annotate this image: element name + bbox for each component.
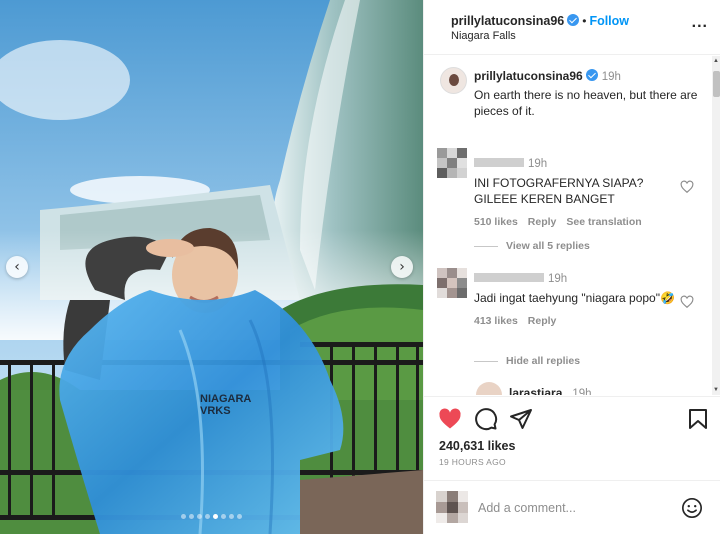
comment-meta: 510 likes Reply See translation: [474, 216, 679, 228]
comment-time: 19h: [548, 273, 568, 285]
scroll-down-arrow-icon[interactable]: ▼: [713, 387, 719, 393]
like-heart-icon[interactable]: [438, 407, 462, 431]
carousel-dot: [221, 514, 226, 519]
comment-icon[interactable]: [474, 407, 498, 431]
carousel-dot: [181, 514, 186, 519]
view-replies-toggle[interactable]: View all 5 replies: [474, 240, 590, 252]
comment-header: 19h: [474, 269, 679, 287]
separator: •: [582, 14, 587, 28]
carousel-prev-button[interactable]: ‹: [6, 256, 28, 278]
user-avatar[interactable]: [436, 491, 468, 523]
reply-time: 19h: [572, 388, 592, 395]
likes-count[interactable]: 240,631 likes: [439, 439, 515, 453]
carousel-next-button[interactable]: ›: [391, 256, 413, 278]
carousel-dot: [197, 514, 202, 519]
share-icon[interactable]: [509, 407, 533, 431]
see-translation-button[interactable]: See translation: [566, 216, 641, 228]
post-location[interactable]: Niagara Falls: [451, 30, 516, 42]
comment-likes[interactable]: 413 likes: [474, 315, 518, 327]
reply-username[interactable]: larastiara: [509, 386, 562, 395]
commenter-avatar[interactable]: [437, 148, 467, 178]
caption-header: prillylatuconsina96 19h: [474, 67, 699, 85]
scroll-up-arrow-icon[interactable]: ▲: [713, 58, 719, 64]
header-line: prillylatuconsina96 • Follow: [451, 12, 629, 30]
comment-text: Jadi ingat taehyung "niagara popo"🤣: [474, 291, 675, 305]
commenter-username-redacted: [474, 273, 544, 283]
post-photo[interactable]: NIAGARA VRKS ‹ ›: [0, 0, 423, 534]
carousel-dot: [229, 514, 234, 519]
commenter-avatar[interactable]: [437, 268, 467, 298]
caption-text: On earth there is no heaven, but there a…: [474, 88, 698, 118]
reply-button[interactable]: Reply: [528, 315, 557, 327]
emoji-icon[interactable]: [681, 497, 703, 519]
carousel-indicator: [0, 514, 423, 519]
svg-text:NIAGARA: NIAGARA: [200, 393, 251, 405]
reply-avatar[interactable]: [476, 382, 502, 395]
comments-scrollbar[interactable]: ▲ ▼: [712, 56, 720, 395]
comment-likes[interactable]: 510 likes: [474, 216, 518, 228]
comment-meta: 413 likes Reply: [474, 315, 679, 327]
post-timestamp: 19 HOURS AGO: [439, 457, 506, 467]
author-avatar[interactable]: [440, 67, 467, 94]
caption-time: 19h: [601, 71, 621, 83]
reply: larastiara 19h: [509, 384, 592, 395]
reply-button[interactable]: Reply: [528, 216, 557, 228]
carousel-dot-active: [213, 514, 218, 519]
comment: 19h Jadi ingat taehyung "niagara popo"🤣 …: [474, 269, 679, 327]
post-actions: 240,631 likes 19 HOURS AGO: [424, 396, 720, 480]
carousel-dot: [237, 514, 242, 519]
add-comment-bar: [424, 480, 720, 534]
verified-badge-icon: [567, 14, 580, 26]
caption-username[interactable]: prillylatuconsina96: [474, 69, 583, 83]
hide-replies-toggle[interactable]: Hide all replies: [474, 355, 580, 367]
svg-text:VRKS: VRKS: [200, 405, 231, 417]
add-comment-input[interactable]: [478, 499, 668, 517]
verified-badge-icon: [585, 69, 598, 81]
comment-header: 19h: [474, 154, 679, 172]
commenter-username-redacted: [474, 158, 524, 168]
post-detail-panel: prillylatuconsina96 • Follow Niagara Falls…: [423, 0, 720, 534]
carousel-dot: [205, 514, 210, 519]
comments-list[interactable]: prillylatuconsina96 19h On earth there is…: [424, 56, 720, 395]
post-header: prillylatuconsina96 • Follow Niagara Falls…: [424, 0, 720, 55]
caption: prillylatuconsina96 19h On earth there is…: [474, 67, 699, 119]
comment-text: INI FOTOGRAFERNYA SIAPA? GILEEE KEREN BA…: [474, 176, 644, 206]
scrollbar-thumb[interactable]: [713, 71, 720, 97]
comment-time: 19h: [528, 158, 548, 170]
author-username[interactable]: prillylatuconsina96: [451, 14, 564, 28]
niagara-photo-illustration: NIAGARA VRKS: [0, 0, 423, 534]
more-options-button[interactable]: ...: [692, 14, 708, 32]
bookmark-icon[interactable]: [686, 407, 710, 431]
like-comment-heart-icon[interactable]: [680, 180, 694, 194]
follow-button[interactable]: Follow: [589, 14, 629, 28]
comment: 19h INI FOTOGRAFERNYA SIAPA? GILEEE KERE…: [474, 154, 679, 228]
like-comment-heart-icon[interactable]: [680, 295, 694, 309]
carousel-dot: [189, 514, 194, 519]
